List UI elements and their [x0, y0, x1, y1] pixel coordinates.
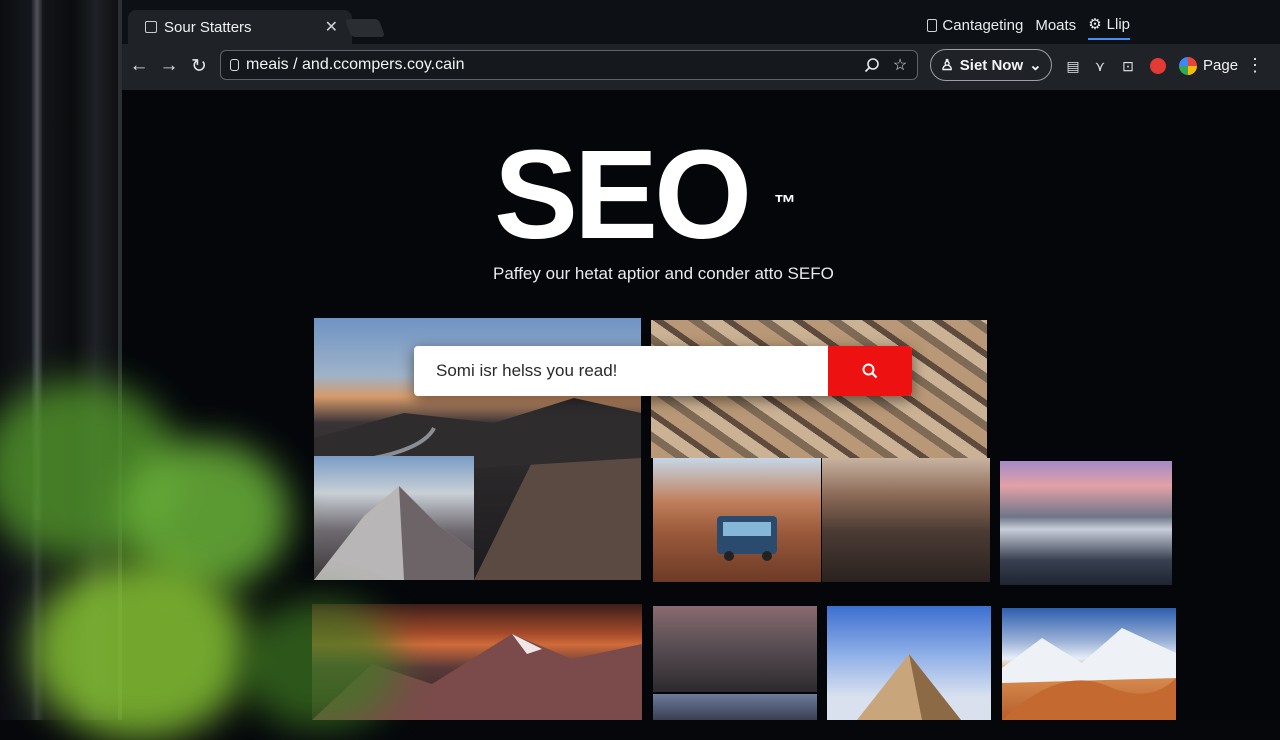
- link-llip[interactable]: ⚙ Llip: [1088, 15, 1130, 40]
- dunes-illustration: [1002, 628, 1176, 720]
- plant-leaf: [240, 600, 400, 730]
- search-button[interactable]: [828, 346, 912, 396]
- photo-tile-pyramid[interactable]: [827, 606, 991, 720]
- tab-strip: Sour Statters ✕ Cantageting Moats ⚙ Llip: [122, 0, 1280, 44]
- red-dot: [1150, 58, 1166, 74]
- start-now-button[interactable]: ♙ Siet Now ⌄: [930, 49, 1052, 81]
- photo-tile-dunes[interactable]: [1002, 608, 1176, 720]
- gear-icon: ⚙: [1088, 16, 1102, 33]
- camera-icon[interactable]: ⊡: [1118, 56, 1138, 76]
- share-icon[interactable]: ⋎: [1090, 56, 1110, 76]
- tab-favicon-icon: [145, 21, 157, 33]
- link-cantageting[interactable]: Cantageting: [927, 17, 1023, 34]
- photo-tile-island[interactable]: [653, 606, 817, 692]
- address-bar[interactable]: meais / and.ccompers.coy.cain ☆: [220, 50, 918, 80]
- page-menu-label[interactable]: Page: [1203, 57, 1238, 74]
- extension-icon[interactable]: ▤: [1063, 56, 1083, 76]
- link-label: Llip: [1106, 15, 1130, 33]
- link-label: Cantageting: [942, 16, 1024, 34]
- link-label: Moats: [1035, 16, 1077, 34]
- photo-tile-canyon[interactable]: [822, 458, 990, 582]
- person-icon: ♙: [940, 57, 954, 74]
- pyramid-illustration: [857, 654, 961, 720]
- link-moats[interactable]: Moats: [1035, 17, 1076, 34]
- photo-tile-peak[interactable]: [314, 456, 474, 580]
- plant-leaf: [30, 560, 250, 740]
- more-icon[interactable]: ⋮: [1246, 55, 1264, 76]
- lock-icon: [230, 59, 239, 71]
- forward-arrow-icon[interactable]: →: [156, 53, 182, 79]
- chevron-down-icon: ⌄: [1029, 57, 1042, 74]
- zoom-icon[interactable]: [861, 54, 883, 76]
- close-icon[interactable]: ✕: [325, 17, 338, 37]
- bus-illustration: [717, 516, 777, 561]
- reload-icon[interactable]: ↻: [186, 53, 212, 79]
- tab-active[interactable]: Sour Statters ✕: [128, 10, 352, 44]
- chrome-icon[interactable]: [1178, 56, 1198, 76]
- back-arrow-icon[interactable]: ←: [126, 53, 152, 79]
- seo-logo: SEO: [494, 124, 752, 265]
- start-button-label: Siet Now: [959, 56, 1024, 74]
- trademark: ™: [774, 190, 796, 215]
- search-input[interactable]: Somi isr helss you read!: [436, 361, 617, 381]
- search-bar[interactable]: Somi isr helss you read!: [414, 346, 912, 396]
- new-tab-button[interactable]: [344, 19, 386, 37]
- profile-icon[interactable]: [1148, 56, 1168, 76]
- search-icon: [862, 363, 878, 379]
- tagline: Paffey our hetat aptior and conder atto …: [493, 264, 834, 283]
- url-text: meais / and.ccompers.coy.cain: [246, 56, 465, 73]
- star-icon[interactable]: ☆: [889, 54, 911, 76]
- peak-illustration: [314, 486, 474, 580]
- top-links: Cantageting Moats ⚙ Llip: [927, 10, 1130, 40]
- document-icon: [927, 18, 938, 32]
- photo-tile-desert-bus[interactable]: [653, 458, 821, 582]
- rainbow-dot: [1179, 57, 1197, 75]
- tab-title: Sour Statters: [164, 18, 252, 36]
- photo-tile-clouds[interactable]: [1000, 461, 1172, 585]
- toolbar: ← → ↻ meais / and.ccompers.coy.cain ☆ ♙ …: [122, 44, 1280, 91]
- photo-tile-lake[interactable]: [653, 694, 817, 720]
